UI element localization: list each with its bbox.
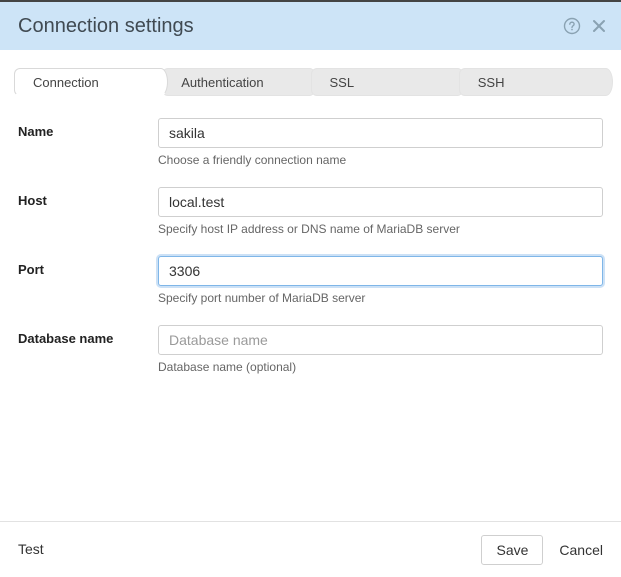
tab-ssh[interactable]: SSH	[459, 68, 613, 96]
label-database: Database name	[18, 325, 158, 346]
row-host: Host Specify host IP address or DNS name…	[18, 187, 603, 236]
form-area: Name Choose a friendly connection name H…	[0, 96, 621, 521]
label-name: Name	[18, 118, 158, 139]
field-database: Database name (optional)	[158, 325, 603, 374]
field-port: Specify port number of MariaDB server	[158, 256, 603, 305]
connection-settings-dialog: Connection settings Connection	[0, 0, 621, 577]
tab-label: SSH	[478, 75, 505, 90]
database-input[interactable]	[158, 325, 603, 355]
tabs: Connection Authentication SSL SSH	[14, 68, 607, 96]
dialog-footer: Test Save Cancel	[0, 521, 621, 577]
tabs-container: Connection Authentication SSL SSH	[0, 50, 621, 96]
row-database: Database name Database name (optional)	[18, 325, 603, 374]
tab-connection[interactable]: Connection	[14, 68, 168, 96]
tab-authentication[interactable]: Authentication	[162, 68, 316, 96]
port-input[interactable]	[158, 256, 603, 286]
help-name: Choose a friendly connection name	[158, 153, 603, 167]
header-icons	[563, 17, 607, 35]
close-icon[interactable]	[591, 18, 607, 34]
field-name: Choose a friendly connection name	[158, 118, 603, 167]
field-host: Specify host IP address or DNS name of M…	[158, 187, 603, 236]
help-icon[interactable]	[563, 17, 581, 35]
tab-ssl[interactable]: SSL	[311, 68, 465, 96]
dialog-title: Connection settings	[18, 15, 563, 38]
help-port: Specify port number of MariaDB server	[158, 291, 603, 305]
name-input[interactable]	[158, 118, 603, 148]
save-button[interactable]: Save	[481, 535, 543, 565]
footer-left: Test	[18, 541, 481, 559]
host-input[interactable]	[158, 187, 603, 217]
label-host: Host	[18, 187, 158, 208]
cancel-button[interactable]: Cancel	[559, 542, 603, 558]
help-database: Database name (optional)	[158, 360, 603, 374]
row-port: Port Specify port number of MariaDB serv…	[18, 256, 603, 305]
row-name: Name Choose a friendly connection name	[18, 118, 603, 167]
label-port: Port	[18, 256, 158, 277]
test-button[interactable]: Test	[18, 541, 44, 557]
help-host: Specify host IP address or DNS name of M…	[158, 222, 603, 236]
tab-label: Connection	[33, 75, 99, 90]
footer-right: Save Cancel	[481, 535, 603, 565]
tab-label: SSL	[330, 75, 355, 90]
tab-label: Authentication	[181, 75, 263, 90]
dialog-header: Connection settings	[0, 2, 621, 50]
